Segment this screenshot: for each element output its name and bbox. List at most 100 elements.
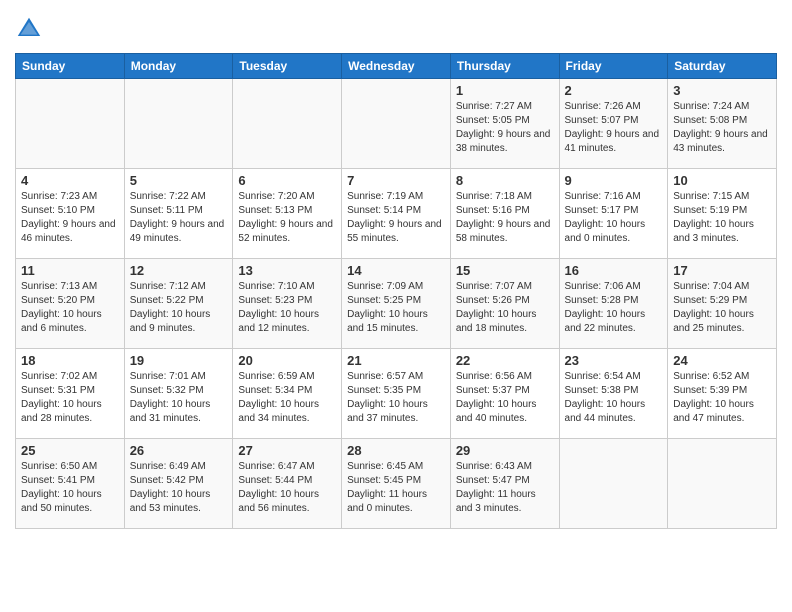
day-number: 24: [673, 353, 771, 368]
day-info: Sunrise: 7:13 AMSunset: 5:20 PMDaylight:…: [21, 280, 119, 336]
calendar-row-0: 1 Sunrise: 7:27 AMSunset: 5:05 PMDaylight…: [16, 79, 777, 169]
day-number: 14: [347, 263, 445, 278]
calendar-cell: [559, 439, 668, 529]
day-info: Sunrise: 7:12 AMSunset: 5:22 PMDaylight:…: [130, 280, 228, 336]
day-info: Sunrise: 7:16 AMSunset: 5:17 PMDaylight:…: [565, 190, 663, 246]
day-info: Sunrise: 7:23 AMSunset: 5:10 PMDaylight:…: [21, 190, 119, 246]
calendar-cell: 24 Sunrise: 6:52 AMSunset: 5:39 PMDayligh…: [668, 349, 777, 439]
calendar-row-2: 11 Sunrise: 7:13 AMSunset: 5:20 PMDayligh…: [16, 259, 777, 349]
calendar-cell: 21 Sunrise: 6:57 AMSunset: 5:35 PMDayligh…: [342, 349, 451, 439]
day-number: 27: [238, 443, 336, 458]
calendar-row-3: 18 Sunrise: 7:02 AMSunset: 5:31 PMDayligh…: [16, 349, 777, 439]
day-info: Sunrise: 7:27 AMSunset: 5:05 PMDaylight:…: [456, 100, 554, 156]
calendar-cell: 10 Sunrise: 7:15 AMSunset: 5:19 PMDayligh…: [668, 169, 777, 259]
calendar-cell: 28 Sunrise: 6:45 AMSunset: 5:45 PMDayligh…: [342, 439, 451, 529]
logo: [15, 15, 47, 43]
calendar-cell: 22Sunrise: 6:56 AMSunset: 5:37 PMDayligh…: [450, 349, 559, 439]
day-info: Sunrise: 7:02 AMSunset: 5:31 PMDaylight:…: [21, 370, 119, 426]
day-number: 5: [130, 173, 228, 188]
calendar-cell: 29 Sunrise: 6:43 AMSunset: 5:47 PMDayligh…: [450, 439, 559, 529]
logo-icon: [15, 15, 43, 43]
calendar-cell: 25 Sunrise: 6:50 AMSunset: 5:41 PMDayligh…: [16, 439, 125, 529]
day-number: 1: [456, 83, 554, 98]
page-header: [15, 15, 777, 43]
calendar-row-4: 25 Sunrise: 6:50 AMSunset: 5:41 PMDayligh…: [16, 439, 777, 529]
calendar-cell: 16 Sunrise: 7:06 AMSunset: 5:28 PMDayligh…: [559, 259, 668, 349]
header-day-thursday: Thursday: [450, 54, 559, 79]
calendar-cell: 8 Sunrise: 7:18 AMSunset: 5:16 PMDaylight…: [450, 169, 559, 259]
day-number: 11: [21, 263, 119, 278]
day-number: 9: [565, 173, 663, 188]
header-day-monday: Monday: [124, 54, 233, 79]
day-info: Sunrise: 7:15 AMSunset: 5:19 PMDaylight:…: [673, 190, 771, 246]
header-day-tuesday: Tuesday: [233, 54, 342, 79]
calendar-body: 1 Sunrise: 7:27 AMSunset: 5:05 PMDaylight…: [16, 79, 777, 529]
day-number: 8: [456, 173, 554, 188]
calendar-header: SundayMondayTuesdayWednesdayThursdayFrid…: [16, 54, 777, 79]
day-number: 23: [565, 353, 663, 368]
day-number: 25: [21, 443, 119, 458]
day-info: Sunrise: 6:56 AMSunset: 5:37 PMDaylight:…: [456, 370, 554, 426]
day-info: Sunrise: 7:22 AMSunset: 5:11 PMDaylight:…: [130, 190, 228, 246]
day-number: 19: [130, 353, 228, 368]
calendar-cell: 23 Sunrise: 6:54 AMSunset: 5:38 PMDayligh…: [559, 349, 668, 439]
header-row: SundayMondayTuesdayWednesdayThursdayFrid…: [16, 54, 777, 79]
day-info: Sunrise: 6:52 AMSunset: 5:39 PMDaylight:…: [673, 370, 771, 426]
day-info: Sunrise: 6:50 AMSunset: 5:41 PMDaylight:…: [21, 460, 119, 516]
calendar-table: SundayMondayTuesdayWednesdayThursdayFrid…: [15, 53, 777, 529]
calendar-cell: 15 Sunrise: 7:07 AMSunset: 5:26 PMDayligh…: [450, 259, 559, 349]
day-info: Sunrise: 6:49 AMSunset: 5:42 PMDaylight:…: [130, 460, 228, 516]
calendar-cell: [342, 79, 451, 169]
day-info: Sunrise: 7:09 AMSunset: 5:25 PMDaylight:…: [347, 280, 445, 336]
day-number: 29: [456, 443, 554, 458]
day-info: Sunrise: 7:10 AMSunset: 5:23 PMDaylight:…: [238, 280, 336, 336]
calendar-cell: [233, 79, 342, 169]
day-info: Sunrise: 6:45 AMSunset: 5:45 PMDaylight:…: [347, 460, 445, 516]
day-number: 15: [456, 263, 554, 278]
calendar-cell: 1 Sunrise: 7:27 AMSunset: 5:05 PMDaylight…: [450, 79, 559, 169]
calendar-cell: 14 Sunrise: 7:09 AMSunset: 5:25 PMDayligh…: [342, 259, 451, 349]
day-info: Sunrise: 6:57 AMSunset: 5:35 PMDaylight:…: [347, 370, 445, 426]
day-number: 28: [347, 443, 445, 458]
calendar-cell: 17 Sunrise: 7:04 AMSunset: 5:29 PMDayligh…: [668, 259, 777, 349]
calendar-cell: 9 Sunrise: 7:16 AMSunset: 5:17 PMDaylight…: [559, 169, 668, 259]
header-day-saturday: Saturday: [668, 54, 777, 79]
calendar-cell: 2 Sunrise: 7:26 AMSunset: 5:07 PMDaylight…: [559, 79, 668, 169]
calendar-cell: [16, 79, 125, 169]
day-number: 6: [238, 173, 336, 188]
calendar-cell: 4 Sunrise: 7:23 AMSunset: 5:10 PMDaylight…: [16, 169, 125, 259]
day-number: 4: [21, 173, 119, 188]
day-info: Sunrise: 7:24 AMSunset: 5:08 PMDaylight:…: [673, 100, 771, 156]
calendar-cell: [668, 439, 777, 529]
day-number: 18: [21, 353, 119, 368]
calendar-row-1: 4 Sunrise: 7:23 AMSunset: 5:10 PMDaylight…: [16, 169, 777, 259]
calendar-cell: 12Sunrise: 7:12 AMSunset: 5:22 PMDayligh…: [124, 259, 233, 349]
calendar-cell: 18 Sunrise: 7:02 AMSunset: 5:31 PMDayligh…: [16, 349, 125, 439]
day-info: Sunrise: 7:06 AMSunset: 5:28 PMDaylight:…: [565, 280, 663, 336]
day-info: Sunrise: 6:54 AMSunset: 5:38 PMDaylight:…: [565, 370, 663, 426]
day-number: 21: [347, 353, 445, 368]
day-info: Sunrise: 7:18 AMSunset: 5:16 PMDaylight:…: [456, 190, 554, 246]
day-info: Sunrise: 7:04 AMSunset: 5:29 PMDaylight:…: [673, 280, 771, 336]
day-number: 17: [673, 263, 771, 278]
day-number: 13: [238, 263, 336, 278]
day-info: Sunrise: 6:43 AMSunset: 5:47 PMDaylight:…: [456, 460, 554, 516]
calendar-cell: 11 Sunrise: 7:13 AMSunset: 5:20 PMDayligh…: [16, 259, 125, 349]
header-day-friday: Friday: [559, 54, 668, 79]
calendar-cell: 3 Sunrise: 7:24 AMSunset: 5:08 PMDaylight…: [668, 79, 777, 169]
day-number: 16: [565, 263, 663, 278]
day-info: Sunrise: 7:20 AMSunset: 5:13 PMDaylight:…: [238, 190, 336, 246]
day-number: 20: [238, 353, 336, 368]
calendar-cell: [124, 79, 233, 169]
day-number: 26: [130, 443, 228, 458]
day-info: Sunrise: 7:07 AMSunset: 5:26 PMDaylight:…: [456, 280, 554, 336]
calendar-cell: 13 Sunrise: 7:10 AMSunset: 5:23 PMDayligh…: [233, 259, 342, 349]
day-info: Sunrise: 7:26 AMSunset: 5:07 PMDaylight:…: [565, 100, 663, 156]
day-info: Sunrise: 7:19 AMSunset: 5:14 PMDaylight:…: [347, 190, 445, 246]
calendar-cell: 6 Sunrise: 7:20 AMSunset: 5:13 PMDaylight…: [233, 169, 342, 259]
day-number: 3: [673, 83, 771, 98]
day-number: 10: [673, 173, 771, 188]
calendar-cell: 7Sunrise: 7:19 AMSunset: 5:14 PMDaylight…: [342, 169, 451, 259]
calendar-cell: 19Sunrise: 7:01 AMSunset: 5:32 PMDayligh…: [124, 349, 233, 439]
day-number: 2: [565, 83, 663, 98]
